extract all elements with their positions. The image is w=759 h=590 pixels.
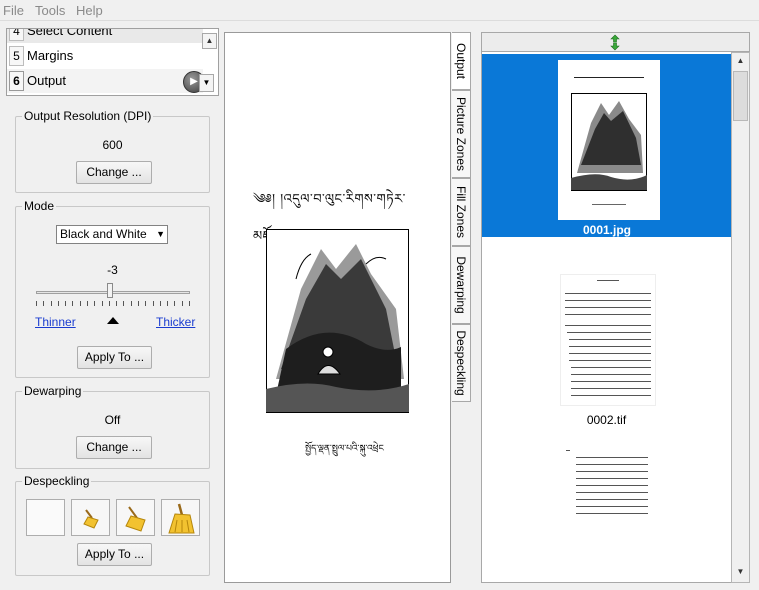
tab-label: Despeckling (454, 330, 468, 396)
thumbnail-scrollbar[interactable]: ▲ ▼ (731, 52, 750, 583)
slider-tick (123, 301, 124, 306)
stage-item-select-content[interactable]: 4 Select Content (7, 28, 203, 43)
despeckle-normal-button[interactable] (116, 499, 155, 536)
tab-label: Fill Zones (454, 185, 468, 239)
mode-select[interactable]: Black and White ▼ (56, 225, 168, 244)
page-tibetan-caption: སྤྱོད་ལྡན་སྤྲུལ་པའི་སྐུ་འཕྲེང (305, 444, 384, 454)
tab-dewarping[interactable]: Dewarping (452, 246, 471, 324)
slider-tick (109, 301, 110, 306)
thumbnail-page-image (558, 60, 660, 220)
slider-tick (116, 301, 117, 306)
tab-label: Dewarping (454, 256, 468, 314)
slider-tick (153, 301, 154, 306)
slider-tick (182, 301, 183, 306)
group-title: Despeckling (22, 474, 92, 488)
thinner-link[interactable]: Thinner (35, 315, 76, 329)
tab-picture-zones[interactable]: Picture Zones (452, 90, 471, 178)
dewarping-value: Off (104, 413, 121, 427)
despeckle-off-button[interactable] (26, 499, 65, 536)
stage-label: Output (27, 73, 67, 88)
slider-tick (145, 301, 146, 306)
change-dewarping-button[interactable]: Change ... (76, 436, 152, 459)
tab-despeckling[interactable]: Despeckling (452, 324, 471, 402)
triangle-up-icon (107, 317, 119, 324)
output-resolution-group: Output Resolution (DPI) 600 Change ... (15, 109, 210, 193)
dpi-value: 600 (102, 138, 123, 152)
slider-tick (167, 301, 168, 306)
change-dpi-button[interactable]: Change ... (76, 161, 152, 184)
slider-tick (36, 301, 37, 306)
broom-small-icon (83, 509, 99, 529)
slider-tick (131, 301, 132, 306)
threshold-value: -3 (107, 263, 118, 277)
slider-ticks (36, 301, 190, 307)
slider-tick (72, 301, 73, 306)
stage-scroll-up-button[interactable]: ▲ (202, 33, 217, 49)
stage-item-output[interactable]: 6 Output (7, 69, 203, 93)
thumbnail-page-image[interactable] (560, 274, 656, 406)
scroll-up-arrow[interactable]: ▲ (733, 54, 748, 70)
threshold-slider-thumb[interactable] (107, 283, 113, 298)
slider-tick (51, 301, 52, 306)
stage-dropdown-button[interactable]: ▼ (199, 74, 214, 92)
thumbnail-toolbar (481, 32, 750, 52)
dewarping-group: Dewarping Off Change ... (15, 384, 210, 469)
broom-medium-icon (125, 506, 146, 532)
sync-icon[interactable] (607, 34, 623, 51)
stage-number: 6 (9, 71, 24, 91)
thumbnail-label: 0002.tif (586, 413, 627, 427)
threshold-slider-track[interactable] (36, 291, 190, 294)
menu-tools[interactable]: Tools (35, 3, 65, 18)
thumbnail-illustration (571, 93, 647, 191)
despeckling-group: Despeckling Apply To ... (15, 474, 210, 576)
menu-help[interactable]: Help (76, 3, 103, 18)
mode-group: Mode Black and White ▼ -3 Thinner Thicke… (15, 199, 210, 378)
slider-tick (43, 301, 44, 306)
slider-tick (160, 301, 161, 306)
slider-tick (174, 301, 175, 306)
slider-tick (102, 301, 103, 306)
tab-label: Picture Zones (454, 96, 468, 172)
stage-label: Select Content (27, 28, 113, 38)
mode-apply-to-button[interactable]: Apply To ... (77, 346, 152, 369)
slider-tick (94, 301, 95, 306)
slider-tick (80, 301, 81, 306)
despeckle-aggressive-button[interactable] (161, 499, 200, 536)
tab-fill-zones[interactable]: Fill Zones (452, 178, 471, 246)
slider-tick (87, 301, 88, 306)
tab-label: Output (454, 42, 468, 80)
group-title: Mode (22, 199, 57, 213)
menu-bar: File Tools Help (0, 0, 759, 21)
thumbnail-item-selected[interactable]: 0001.jpg (482, 54, 732, 237)
mode-select-value: Black and White (60, 227, 147, 241)
group-title: Output Resolution (DPI) (22, 109, 154, 123)
stage-label: Margins (27, 48, 74, 63)
despeckle-cautious-button[interactable] (71, 499, 110, 536)
slider-tick (65, 301, 66, 306)
slider-tick (58, 301, 59, 306)
slider-tick (138, 301, 139, 306)
page-preview[interactable]: ༄༅། །འདུལ་བ་ལུང་རིགས་གཏེར་མཛོད། སྤྱོད་ལྡ… (224, 32, 451, 583)
chevron-down-icon: ▼ (156, 229, 165, 239)
menu-file[interactable]: File (3, 3, 24, 18)
despeckling-apply-to-button[interactable]: Apply To ... (77, 543, 152, 566)
page-illustration (266, 229, 409, 413)
group-title: Dewarping (22, 384, 84, 398)
stage-number: 4 (9, 29, 24, 41)
slider-tick (189, 301, 190, 306)
thumbnail-label: 0001.jpg (582, 223, 632, 237)
stage-number: 5 (9, 46, 24, 66)
scroll-down-arrow[interactable]: ▼ (733, 565, 748, 581)
thicker-link[interactable]: Thicker (156, 315, 195, 329)
thumbnail-page-image[interactable] (562, 447, 654, 519)
scrollbar-thumb[interactable] (733, 71, 748, 121)
thumbnail-list: 0001.jpg 0002.tif (481, 52, 732, 583)
broom-large-icon (168, 503, 195, 534)
tab-output[interactable]: Output (452, 32, 471, 90)
stage-list: 4 Select Content 5 Margins 6 Output ▲ ▶ (6, 28, 219, 96)
stage-item-margins[interactable]: 5 Margins (7, 44, 203, 68)
